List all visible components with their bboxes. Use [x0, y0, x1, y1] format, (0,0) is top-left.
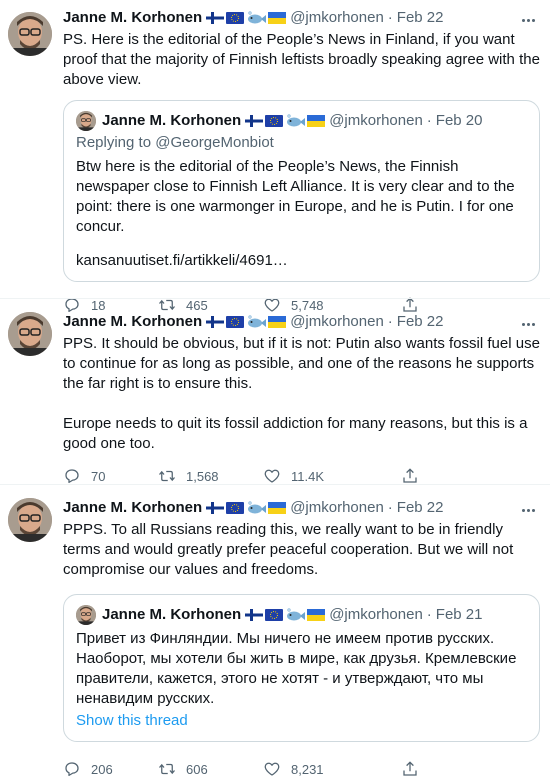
- eu-flag-icon: [265, 609, 283, 621]
- reply-count: 70: [91, 468, 106, 484]
- ukraine-flag-icon: [307, 115, 325, 127]
- more-options-button[interactable]: [518, 314, 538, 334]
- fish-icon: [285, 114, 305, 128]
- like-button[interactable]: 11.4K: [263, 467, 401, 485]
- name-emoji: [206, 501, 286, 515]
- show-thread-link[interactable]: Show this thread: [76, 711, 527, 731]
- finland-flag-icon: [245, 115, 263, 127]
- ukraine-flag-icon: [268, 316, 286, 328]
- more-options-button[interactable]: [518, 10, 538, 30]
- share-icon: [401, 467, 419, 485]
- quoted-date: Feb 20: [435, 112, 483, 129]
- avatar[interactable]: [8, 498, 52, 542]
- more-options-button[interactable]: [518, 500, 538, 520]
- share-button[interactable]: [401, 467, 429, 485]
- retweet-count: 606: [186, 761, 208, 777]
- quoted-author-handle: @jmkorhonen: [329, 606, 423, 623]
- tweet-text: PS. Here is the editorial of the People’…: [63, 31, 545, 88]
- reply-button[interactable]: 70: [63, 467, 158, 485]
- eu-flag-icon: [265, 115, 283, 127]
- author-handle[interactable]: @jmkorhonen: [290, 312, 384, 332]
- name-emoji: [245, 114, 325, 128]
- quoted-text: Привет из Финляндии. Мы ничего не имеем …: [76, 630, 521, 707]
- tweet-header: Janne M. Korhonen @jmkorhonen · Feb 22: [63, 312, 540, 332]
- tweet[interactable]: Janne M. Korhonen @jmkorhonen · Feb 22 P…: [0, 306, 550, 484]
- like-icon: [263, 760, 281, 778]
- fish-icon: [285, 608, 305, 622]
- retweet-button[interactable]: 606: [158, 760, 263, 778]
- quoted-author-name: Janne M. Korhonen: [102, 112, 242, 129]
- reply-count: 206: [91, 761, 113, 777]
- tweet-text: PPS. It should be obvious, but if it is …: [63, 335, 540, 452]
- author-name[interactable]: Janne M. Korhonen: [63, 312, 202, 332]
- fish-icon: [246, 11, 266, 25]
- reply-icon: [63, 760, 81, 778]
- separator-dot: ·: [387, 313, 393, 330]
- finland-flag-icon: [206, 12, 224, 24]
- quoted-tweet[interactable]: Janne M. Korhonen @jmkorhonen · Feb 20 R…: [63, 100, 540, 282]
- finland-flag-icon: [206, 502, 224, 514]
- tweet-date[interactable]: Feb 22: [397, 312, 444, 332]
- quoted-text: Btw here is the editorial of the People’…: [76, 158, 519, 235]
- quoted-author-handle: @jmkorhonen: [329, 112, 423, 129]
- tweet-date[interactable]: Feb 22: [397, 8, 444, 28]
- finland-flag-icon: [245, 609, 263, 621]
- eu-flag-icon: [226, 12, 244, 24]
- divider: [0, 484, 550, 485]
- like-button[interactable]: 8,231: [263, 760, 401, 778]
- share-icon: [401, 760, 419, 778]
- replying-to-handle[interactable]: @GeorgeMonbiot: [155, 134, 274, 151]
- quoted-date: Feb 21: [435, 606, 483, 623]
- like-count: 11.4K: [291, 468, 325, 484]
- tweet-header: Janne M. Korhonen @jmkorhonen · Feb 22: [63, 498, 540, 518]
- avatar[interactable]: [8, 12, 52, 56]
- quoted-avatar: [76, 111, 96, 131]
- tweet-header: Janne M. Korhonen @jmkorhonen · Feb 22: [63, 8, 540, 28]
- avatar[interactable]: [8, 312, 52, 356]
- ukraine-flag-icon: [268, 502, 286, 514]
- quoted-avatar: [76, 605, 96, 625]
- separator-dot: ·: [387, 499, 393, 516]
- tweet-actions: 206 606 8,231: [63, 759, 540, 779]
- retweet-icon: [158, 760, 176, 778]
- divider: [0, 298, 550, 299]
- tweet[interactable]: Janne M. Korhonen @jmkorhonen · Feb 22 P…: [0, 492, 550, 777]
- name-emoji: [206, 11, 286, 25]
- like-icon: [263, 467, 281, 485]
- separator-dot: ·: [426, 112, 432, 129]
- tweet-date[interactable]: Feb 22: [397, 498, 444, 518]
- author-name[interactable]: Janne M. Korhonen: [63, 498, 202, 518]
- author-handle[interactable]: @jmkorhonen: [290, 8, 384, 28]
- retweet-count: 1,568: [186, 468, 219, 484]
- ukraine-flag-icon: [307, 609, 325, 621]
- replying-to: Replying to @GeorgeMonbiot: [76, 133, 527, 153]
- reply-icon: [63, 467, 81, 485]
- retweet-button[interactable]: 1,568: [158, 467, 263, 485]
- separator-dot: ·: [387, 9, 393, 26]
- author-handle[interactable]: @jmkorhonen: [290, 498, 384, 518]
- quoted-tweet[interactable]: Janne M. Korhonen @jmkorhonen · Feb 21 П…: [63, 594, 540, 742]
- tweet-actions: 70 1,568 11.4K: [63, 466, 540, 486]
- replying-to-label: Replying to: [76, 134, 152, 151]
- eu-flag-icon: [226, 316, 244, 328]
- separator-dot: ·: [426, 606, 432, 623]
- name-emoji: [245, 608, 325, 622]
- tweet-text: PPPS. To all Russians reading this, we r…: [63, 521, 518, 578]
- like-count: 8,231: [291, 761, 324, 777]
- finland-flag-icon: [206, 316, 224, 328]
- quoted-author-name: Janne M. Korhonen: [102, 606, 242, 623]
- eu-flag-icon: [226, 502, 244, 514]
- reply-button[interactable]: 206: [63, 760, 158, 778]
- ukraine-flag-icon: [268, 12, 286, 24]
- share-button[interactable]: [401, 760, 429, 778]
- retweet-icon: [158, 467, 176, 485]
- author-name[interactable]: Janne M. Korhonen: [63, 8, 202, 28]
- fish-icon: [246, 501, 266, 515]
- tweet[interactable]: Janne M. Korhonen @jmkorhonen · Feb 22 P…: [0, 6, 550, 313]
- fish-icon: [246, 315, 266, 329]
- name-emoji: [206, 315, 286, 329]
- quoted-link[interactable]: kansanuutiset.fi/artikkeli/4691…: [76, 251, 527, 271]
